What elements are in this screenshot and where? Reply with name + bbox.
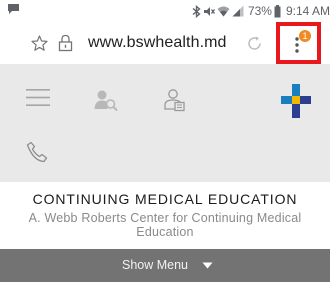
- reload-icon[interactable]: [246, 35, 263, 52]
- star-icon[interactable]: [31, 35, 48, 52]
- phone-icon[interactable]: [26, 141, 48, 163]
- caret-down-icon: [202, 262, 213, 269]
- status-bar: 73% 9:14 AM: [0, 0, 330, 22]
- bluetooth-icon: [192, 4, 201, 18]
- status-time: 9:14 AM: [285, 4, 330, 18]
- page-title: CONTINUING MEDICAL EDUCATION: [32, 191, 298, 207]
- patient-portal-icon[interactable]: [163, 88, 185, 112]
- battery-percentage: 73%: [247, 4, 272, 18]
- page-subtitle: A. Webb Roberts Center for Continuing Me…: [28, 211, 302, 239]
- site-header: [0, 64, 330, 182]
- status-icons: 73% 9:14 AM: [192, 3, 330, 19]
- show-menu-button[interactable]: Show Menu: [0, 249, 330, 282]
- wifi-icon: [217, 6, 230, 17]
- lock-icon[interactable]: [58, 34, 73, 52]
- battery-icon: [274, 4, 281, 17]
- browser-menu-button[interactable]: 1: [276, 22, 321, 64]
- browser-toolbar: www.bswhealth.md 1: [20, 22, 323, 64]
- bsw-cross-logo[interactable]: [281, 84, 311, 118]
- find-doctor-icon[interactable]: [94, 89, 118, 111]
- mute-icon: [203, 6, 215, 16]
- notification-badge: 1: [299, 30, 311, 42]
- url-field[interactable]: www.bswhealth.md: [88, 34, 227, 52]
- chat-notification-icon: [8, 4, 19, 14]
- hamburger-menu-icon[interactable]: [26, 88, 50, 107]
- show-menu-label: Show Menu: [121, 258, 188, 272]
- signal-icon: [232, 5, 244, 17]
